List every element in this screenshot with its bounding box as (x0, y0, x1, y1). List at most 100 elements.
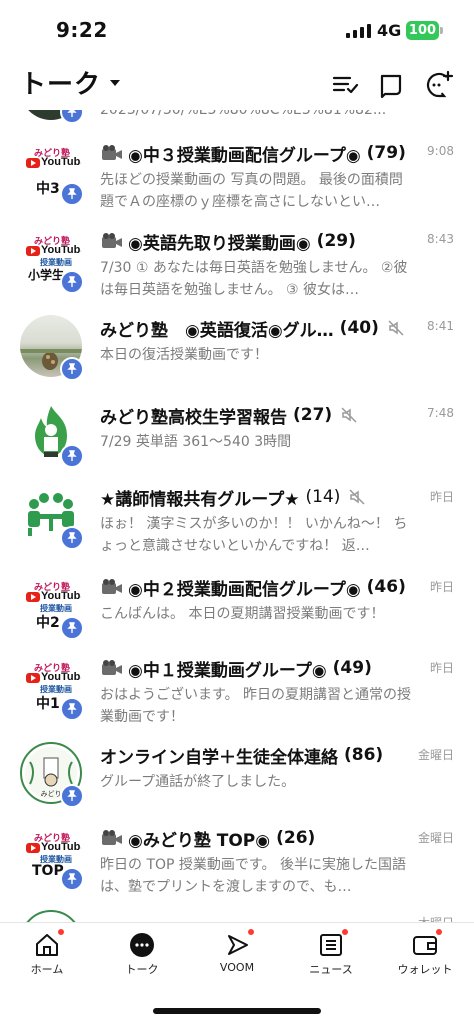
member-count: (29) (316, 231, 356, 251)
mute-icon (341, 407, 357, 423)
youtube-logo-icon (26, 843, 40, 853)
home-indicator[interactable] (153, 1008, 321, 1014)
chat-time: 金曜日 (417, 748, 454, 762)
video-camera-icon (102, 145, 122, 160)
youtube-logo-icon (26, 246, 40, 256)
home-icon (36, 934, 58, 956)
chat-title: みどり塾高校生学習報告 (100, 407, 287, 428)
tab-wallet[interactable]: ウォレット (380, 929, 470, 977)
battery-tip (440, 27, 443, 34)
list-item[interactable]: ★講師情報共有グループ★ (14) 昨日 ほぉ！ 漢字ミスが多いのか！！ いかん… (0, 484, 474, 568)
notification-dot (342, 929, 348, 935)
chat-title: ◉みどり塾 TOP◉ (128, 830, 271, 851)
chat-title: ◉中１授業動画グループ◉ (128, 660, 327, 681)
chat-title: ◉中２授業動画配信グループ◉ (128, 579, 361, 600)
list-item[interactable]: みどり塾 YouTube 授業動画 中2 ◉中２授業動画配信グループ◉ (46)… (0, 574, 474, 658)
list-item[interactable]: みどり塾 YouTube 授業動画 中1 ◉中１授業動画グループ◉ (49) 昨… (0, 655, 474, 739)
filter-list-icon[interactable] (330, 70, 360, 100)
page-title[interactable]: トーク (20, 64, 101, 101)
tab-voom[interactable]: VOOM (192, 929, 282, 974)
youtube-logo-icon (26, 592, 40, 602)
new-open-chat-icon[interactable] (376, 70, 406, 100)
member-count: (26) (276, 828, 316, 848)
list-item[interactable]: 2023/07/30/%E3%80%8C%E3%81%82... (0, 110, 474, 142)
chat-preview: ほぉ！ 漢字ミスが多いのか！！ いかんね〜！ ちょっと意識させないといかんですね… (100, 516, 408, 554)
list-item[interactable]: みどり塾 YouTube 授業動画 TOP ◉みどり塾 TOP◉ (26) 金曜… (0, 825, 474, 909)
signal-icon (346, 24, 371, 38)
chat-preview: 昨日の TOP 授業動画です。 後半に実施した国語は、塾でプリントを渡しますので… (100, 857, 406, 895)
pin-icon (60, 110, 84, 124)
chat-time: 昨日 (429, 490, 454, 504)
tab-home[interactable]: ホーム (2, 929, 92, 977)
avatar (20, 910, 82, 922)
chat-time: 金曜日 (417, 831, 454, 845)
member-count: (86) (344, 745, 384, 765)
pin-icon (60, 867, 84, 891)
chat-time: 8:41 (427, 319, 454, 333)
list-item[interactable]: みどり塾高校生学習報告 (27) 7:48 7/29 英単語 361〜540 3… (0, 402, 474, 486)
member-count: (27) (293, 405, 333, 425)
pin-icon (60, 526, 84, 550)
mute-icon (349, 489, 365, 505)
member-count: (49) (332, 658, 372, 678)
list-item[interactable]: みどり塾 ◉英語復活◉グル… (40) 8:41 本日の復活授業動画です！ (0, 315, 474, 399)
chat-title: ★講師情報共有グループ★ (100, 489, 300, 510)
pin-icon (60, 182, 84, 206)
chat-title: ◉英語先取り授業動画◉ (128, 233, 311, 254)
chat-list: 2023/07/30/%E3%80%8C%E3%81%82... みどり塾 Yo… (0, 110, 474, 922)
youtube-logo-icon (26, 158, 40, 168)
wallet-icon (413, 936, 437, 955)
pin-icon (60, 697, 84, 721)
pin-icon (60, 270, 84, 294)
chat-title: オンライン自学＋生徒全体連絡 (100, 747, 338, 768)
video-camera-icon (102, 660, 122, 675)
chat-preview: 7/30 ① あなたは毎日英語を勉強しません。 ②彼は毎日英語を勉強しません。 … (100, 260, 408, 298)
member-count: (14) (305, 487, 341, 507)
chat-bubble-icon (130, 933, 154, 957)
pin-icon (60, 357, 84, 381)
video-camera-icon (102, 579, 122, 594)
member-count: (79) (366, 143, 406, 163)
tab-news[interactable]: ニュース (286, 929, 376, 977)
notification-dot (58, 929, 64, 935)
chat-preview: こんばんは。 本日の夏期講習授業動画です！ (100, 606, 385, 622)
chat-title: ◉中３授業動画配信グループ◉ (128, 145, 361, 166)
mute-icon (388, 320, 404, 336)
voom-icon (228, 935, 248, 955)
chat-preview: 先ほどの授業動画の 写真の問題。 最後の面積問題でＡの座標のｙ座標を高さにしない… (100, 172, 403, 210)
video-camera-icon (102, 830, 122, 845)
pin-icon (60, 444, 84, 468)
status-bar: 9:22 4G 100 (0, 0, 474, 60)
chat-time: 9:08 (427, 144, 454, 158)
list-item[interactable]: 木曜日 (0, 910, 474, 922)
new-chat-icon[interactable] (424, 70, 454, 100)
svg-text:みどり: みどり (41, 790, 62, 798)
news-icon (320, 934, 342, 956)
member-count: (40) (339, 318, 379, 338)
chat-preview: 本日の復活授業動画です！ (100, 347, 268, 363)
battery-icon: 100 (406, 21, 439, 40)
header: トーク (0, 60, 474, 110)
list-item[interactable]: みどり塾 YouTube 授業動画 小学生 ◉英語先取り授業動画◉ (29) 8… (0, 228, 474, 312)
chat-preview: 7/29 英単語 361〜540 3時間 (100, 434, 292, 450)
chat-time: 木曜日 (418, 914, 454, 922)
chat-time: 昨日 (429, 580, 454, 594)
video-camera-icon (102, 233, 122, 248)
notification-dot (436, 929, 442, 935)
chat-time: 7:48 (427, 406, 454, 420)
pin-icon (60, 616, 84, 640)
status-time: 9:22 (56, 18, 108, 42)
chat-time: 昨日 (429, 661, 454, 675)
list-item[interactable]: みどり オンライン自学＋生徒全体連絡 (86) 金曜日 グループ通話が終了しまし… (0, 742, 474, 826)
chat-preview: おはようございます。 昨日の夏期講習と通常の授業動画です！ (100, 687, 412, 725)
tab-talk[interactable]: トーク (97, 931, 187, 977)
member-count: (46) (366, 577, 406, 597)
chevron-down-icon[interactable] (110, 80, 120, 86)
list-item[interactable]: みどり塾 YouTube 中3 ◉中３授業動画配信グループ◉ (79) 9:08… (0, 140, 474, 224)
network-type: 4G (377, 21, 402, 40)
chat-time: 8:43 (427, 232, 454, 246)
youtube-logo-icon (26, 673, 40, 683)
chat-title: みどり塾 ◉英語復活◉グル… (100, 320, 334, 341)
chat-preview: 2023/07/30/%E3%80%8C%E3%81%82... (100, 110, 387, 118)
pin-icon (60, 784, 84, 808)
